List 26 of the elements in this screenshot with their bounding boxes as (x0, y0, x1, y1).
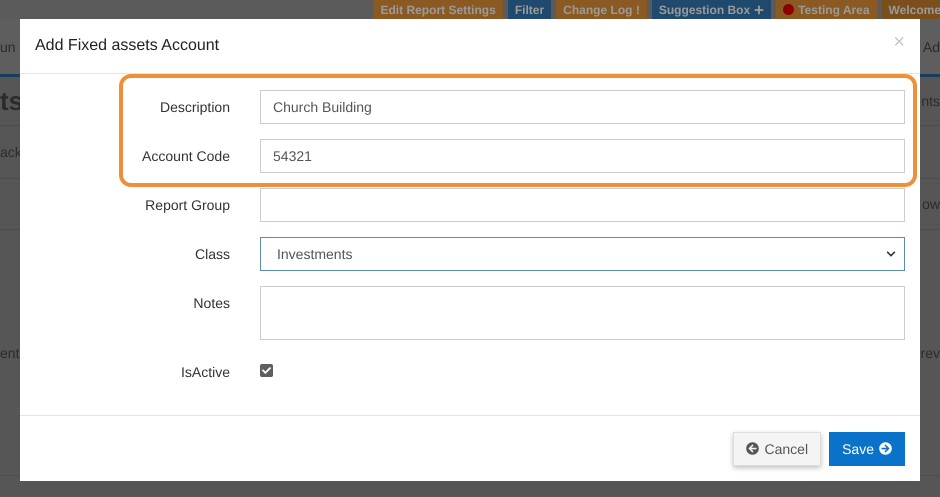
text-field[interactable]: 54321 (260, 139, 905, 173)
top-bar-button[interactable]: Change Log ! (556, 0, 647, 19)
close-button[interactable]: × (893, 30, 905, 54)
field-label: Report Group (144, 196, 230, 213)
field-label: Account Code (141, 147, 230, 164)
field-label: IsActive (180, 363, 230, 380)
textarea-field[interactable] (260, 286, 905, 340)
top-bar-button[interactable]: Suggestion Box (652, 0, 772, 19)
plus-icon (754, 4, 764, 14)
select-field[interactable]: Investments (260, 237, 905, 271)
arrow-left-icon (746, 442, 760, 455)
arrow-right-icon (879, 442, 892, 455)
text-field[interactable] (260, 188, 905, 222)
dialog-title: Add Fixed assets Account (35, 37, 220, 55)
text-field[interactable]: Church Building (260, 90, 905, 124)
save-button[interactable]: Save (829, 432, 905, 466)
checkbox[interactable] (260, 364, 273, 377)
field-label: Notes (192, 294, 230, 311)
field-label: Class (194, 245, 230, 262)
top-bar-button[interactable]: Filter (508, 0, 552, 19)
field-label: Description (158, 98, 230, 115)
cancel-button[interactable]: Cancel (733, 432, 822, 466)
record-dot-icon (783, 4, 794, 15)
chevron-icon (886, 249, 896, 259)
top-bar-button[interactable]: Edit Report Settings (373, 0, 503, 19)
top-bar-button[interactable]: Testing Area (776, 0, 877, 19)
